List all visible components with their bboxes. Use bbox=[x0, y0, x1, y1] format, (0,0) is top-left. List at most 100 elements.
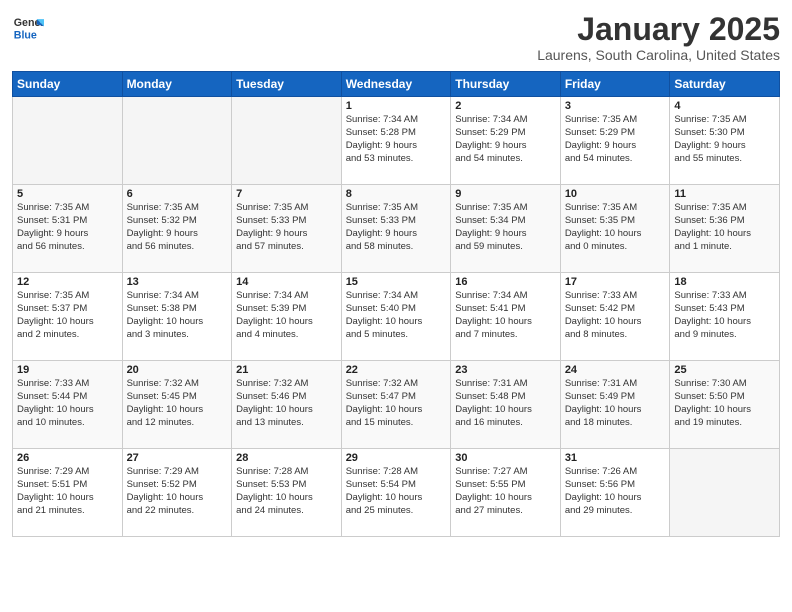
calendar-cell-w0d3: 1 Sunrise: 7:34 AM Sunset: 5:28 PM Daylig… bbox=[341, 97, 451, 185]
day-number: 22 bbox=[346, 364, 447, 376]
header-monday: Monday bbox=[122, 72, 232, 97]
day-info: Sunrise: 7:33 AM Sunset: 5:44 PM Dayligh… bbox=[17, 378, 118, 429]
calendar-cell-w2d3: 15 Sunrise: 7:34 AM Sunset: 5:40 PM Dayli… bbox=[341, 273, 451, 361]
day-number: 21 bbox=[236, 364, 337, 376]
calendar-cell-w3d2: 21 Sunrise: 7:32 AM Sunset: 5:46 PM Dayli… bbox=[232, 361, 342, 449]
day-info: Sunrise: 7:28 AM Sunset: 5:53 PM Dayligh… bbox=[236, 466, 337, 517]
day-number: 20 bbox=[127, 364, 228, 376]
calendar-cell-w2d2: 14 Sunrise: 7:34 AM Sunset: 5:39 PM Dayli… bbox=[232, 273, 342, 361]
day-number: 1 bbox=[346, 100, 447, 112]
day-number: 28 bbox=[236, 452, 337, 464]
day-info: Sunrise: 7:35 AM Sunset: 5:32 PM Dayligh… bbox=[127, 202, 228, 253]
day-info: Sunrise: 7:35 AM Sunset: 5:29 PM Dayligh… bbox=[565, 114, 666, 165]
day-info: Sunrise: 7:32 AM Sunset: 5:47 PM Dayligh… bbox=[346, 378, 447, 429]
title-block: January 2025 Laurens, South Carolina, Un… bbox=[537, 12, 780, 63]
day-number: 14 bbox=[236, 276, 337, 288]
calendar-cell-w3d3: 22 Sunrise: 7:32 AM Sunset: 5:47 PM Dayli… bbox=[341, 361, 451, 449]
main-title: January 2025 bbox=[537, 12, 780, 47]
day-info: Sunrise: 7:26 AM Sunset: 5:56 PM Dayligh… bbox=[565, 466, 666, 517]
day-info: Sunrise: 7:33 AM Sunset: 5:43 PM Dayligh… bbox=[674, 290, 775, 341]
day-number: 6 bbox=[127, 188, 228, 200]
day-info: Sunrise: 7:30 AM Sunset: 5:50 PM Dayligh… bbox=[674, 378, 775, 429]
day-info: Sunrise: 7:35 AM Sunset: 5:34 PM Dayligh… bbox=[455, 202, 556, 253]
svg-text:Blue: Blue bbox=[14, 30, 37, 42]
day-info: Sunrise: 7:31 AM Sunset: 5:49 PM Dayligh… bbox=[565, 378, 666, 429]
calendar-cell-w0d2 bbox=[232, 97, 342, 185]
day-info: Sunrise: 7:32 AM Sunset: 5:46 PM Dayligh… bbox=[236, 378, 337, 429]
day-info: Sunrise: 7:35 AM Sunset: 5:36 PM Dayligh… bbox=[674, 202, 775, 253]
day-info: Sunrise: 7:34 AM Sunset: 5:39 PM Dayligh… bbox=[236, 290, 337, 341]
day-number: 16 bbox=[455, 276, 556, 288]
calendar-cell-w1d3: 8Sunrise: 7:35 AM Sunset: 5:33 PM Daylig… bbox=[341, 185, 451, 273]
day-number: 15 bbox=[346, 276, 447, 288]
day-number: 5 bbox=[17, 188, 118, 200]
calendar-cell-w4d2: 28 Sunrise: 7:28 AM Sunset: 5:53 PM Dayli… bbox=[232, 449, 342, 537]
day-info: Sunrise: 7:34 AM Sunset: 5:28 PM Dayligh… bbox=[346, 114, 447, 165]
calendar-cell-w3d4: 23Sunrise: 7:31 AM Sunset: 5:48 PM Dayli… bbox=[451, 361, 561, 449]
week-row-4: 26 Sunrise: 7:29 AM Sunset: 5:51 PM Dayli… bbox=[13, 449, 780, 537]
calendar-cell-w3d1: 20 Sunrise: 7:32 AM Sunset: 5:45 PM Dayli… bbox=[122, 361, 232, 449]
calendar-cell-w4d0: 26 Sunrise: 7:29 AM Sunset: 5:51 PM Dayli… bbox=[13, 449, 123, 537]
day-info: Sunrise: 7:27 AM Sunset: 5:55 PM Dayligh… bbox=[455, 466, 556, 517]
week-row-2: 12 Sunrise: 7:35 AM Sunset: 5:37 PM Dayli… bbox=[13, 273, 780, 361]
header-wednesday: Wednesday bbox=[341, 72, 451, 97]
calendar-cell-w2d4: 16 Sunrise: 7:34 AM Sunset: 5:41 PM Dayli… bbox=[451, 273, 561, 361]
day-info: Sunrise: 7:31 AM Sunset: 5:48 PM Dayligh… bbox=[455, 378, 556, 429]
header-friday: Friday bbox=[560, 72, 670, 97]
day-number: 26 bbox=[17, 452, 118, 464]
day-number: 12 bbox=[17, 276, 118, 288]
header-sunday: Sunday bbox=[13, 72, 123, 97]
logo: General Blue bbox=[12, 12, 44, 44]
day-number: 18 bbox=[674, 276, 775, 288]
day-number: 7 bbox=[236, 188, 337, 200]
day-info: Sunrise: 7:29 AM Sunset: 5:51 PM Dayligh… bbox=[17, 466, 118, 517]
calendar-cell-w3d0: 19 Sunrise: 7:33 AM Sunset: 5:44 PM Dayli… bbox=[13, 361, 123, 449]
day-info: Sunrise: 7:35 AM Sunset: 5:33 PM Dayligh… bbox=[236, 202, 337, 253]
day-number: 4 bbox=[674, 100, 775, 112]
day-info: Sunrise: 7:35 AM Sunset: 5:37 PM Dayligh… bbox=[17, 290, 118, 341]
calendar-cell-w1d6: 11Sunrise: 7:35 AM Sunset: 5:36 PM Dayli… bbox=[670, 185, 780, 273]
day-number: 31 bbox=[565, 452, 666, 464]
day-number: 19 bbox=[17, 364, 118, 376]
calendar-cell-w4d4: 30 Sunrise: 7:27 AM Sunset: 5:55 PM Dayli… bbox=[451, 449, 561, 537]
day-number: 13 bbox=[127, 276, 228, 288]
header: General Blue January 2025 Laurens, South… bbox=[12, 12, 780, 63]
day-number: 24 bbox=[565, 364, 666, 376]
calendar-cell-w4d1: 27 Sunrise: 7:29 AM Sunset: 5:52 PM Dayli… bbox=[122, 449, 232, 537]
day-info: Sunrise: 7:34 AM Sunset: 5:41 PM Dayligh… bbox=[455, 290, 556, 341]
day-info: Sunrise: 7:35 AM Sunset: 5:31 PM Dayligh… bbox=[17, 202, 118, 253]
day-info: Sunrise: 7:32 AM Sunset: 5:45 PM Dayligh… bbox=[127, 378, 228, 429]
calendar-cell-w2d0: 12 Sunrise: 7:35 AM Sunset: 5:37 PM Dayli… bbox=[13, 273, 123, 361]
calendar-cell-w2d1: 13Sunrise: 7:34 AM Sunset: 5:38 PM Dayli… bbox=[122, 273, 232, 361]
day-info: Sunrise: 7:35 AM Sunset: 5:30 PM Dayligh… bbox=[674, 114, 775, 165]
header-tuesday: Tuesday bbox=[232, 72, 342, 97]
day-number: 2 bbox=[455, 100, 556, 112]
calendar-cell-w3d6: 25 Sunrise: 7:30 AM Sunset: 5:50 PM Dayli… bbox=[670, 361, 780, 449]
subtitle: Laurens, South Carolina, United States bbox=[537, 47, 780, 63]
day-info: Sunrise: 7:33 AM Sunset: 5:42 PM Dayligh… bbox=[565, 290, 666, 341]
week-row-3: 19 Sunrise: 7:33 AM Sunset: 5:44 PM Dayli… bbox=[13, 361, 780, 449]
day-info: Sunrise: 7:34 AM Sunset: 5:40 PM Dayligh… bbox=[346, 290, 447, 341]
page: General Blue January 2025 Laurens, South… bbox=[0, 0, 792, 612]
logo-icon: General Blue bbox=[12, 12, 44, 44]
day-number: 27 bbox=[127, 452, 228, 464]
calendar-cell-w0d1 bbox=[122, 97, 232, 185]
calendar-cell-w1d5: 10Sunrise: 7:35 AM Sunset: 5:35 PM Dayli… bbox=[560, 185, 670, 273]
day-number: 3 bbox=[565, 100, 666, 112]
day-info: Sunrise: 7:34 AM Sunset: 5:29 PM Dayligh… bbox=[455, 114, 556, 165]
day-number: 9 bbox=[455, 188, 556, 200]
calendar-cell-w1d1: 6 Sunrise: 7:35 AM Sunset: 5:32 PM Daylig… bbox=[122, 185, 232, 273]
day-info: Sunrise: 7:28 AM Sunset: 5:54 PM Dayligh… bbox=[346, 466, 447, 517]
calendar-cell-w4d5: 31 Sunrise: 7:26 AM Sunset: 5:56 PM Dayli… bbox=[560, 449, 670, 537]
calendar-table: Sunday Monday Tuesday Wednesday Thursday… bbox=[12, 71, 780, 537]
header-thursday: Thursday bbox=[451, 72, 561, 97]
calendar-cell-w1d2: 7 Sunrise: 7:35 AM Sunset: 5:33 PM Daylig… bbox=[232, 185, 342, 273]
day-number: 17 bbox=[565, 276, 666, 288]
day-info: Sunrise: 7:29 AM Sunset: 5:52 PM Dayligh… bbox=[127, 466, 228, 517]
day-number: 25 bbox=[674, 364, 775, 376]
day-number: 8 bbox=[346, 188, 447, 200]
calendar-cell-w0d6: 4 Sunrise: 7:35 AM Sunset: 5:30 PM Daylig… bbox=[670, 97, 780, 185]
calendar-cell-w2d6: 18 Sunrise: 7:33 AM Sunset: 5:43 PM Dayli… bbox=[670, 273, 780, 361]
calendar-cell-w1d0: 5 Sunrise: 7:35 AM Sunset: 5:31 PM Daylig… bbox=[13, 185, 123, 273]
day-number: 30 bbox=[455, 452, 556, 464]
